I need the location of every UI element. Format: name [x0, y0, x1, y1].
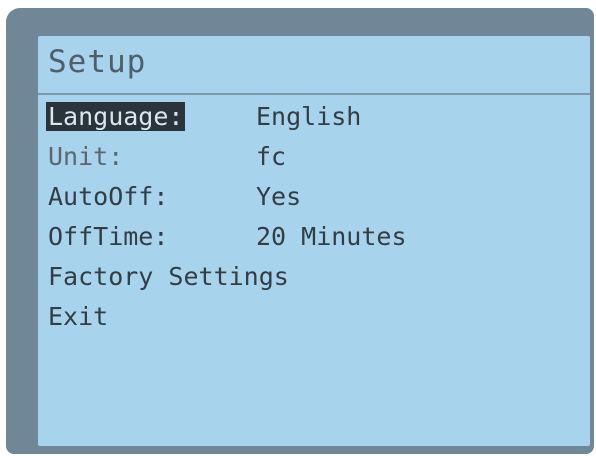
menu-item-language[interactable]: Language: English — [38, 100, 590, 140]
menu-item-unit[interactable]: Unit: fc — [38, 140, 590, 180]
screen-title: Setup — [48, 44, 147, 80]
device-bezel: Setup Language: English Unit: fc AutoOff… — [6, 8, 594, 454]
menu-item-value: fc — [256, 142, 287, 171]
menu-item-value: 20 Minutes — [256, 222, 407, 251]
menu-item-label: Factory Settings — [48, 262, 289, 291]
menu-item-exit[interactable]: Exit — [38, 300, 590, 340]
menu-item-value: English — [256, 102, 362, 131]
menu-item-autooff[interactable]: AutoOff: Yes — [38, 180, 590, 220]
title-divider — [38, 93, 590, 95]
menu-item-label: AutoOff: — [48, 182, 169, 211]
menu-item-label: Exit — [48, 302, 109, 331]
menu-item-label: OffTime: — [48, 222, 169, 251]
menu-item-factory-settings[interactable]: Factory Settings — [38, 260, 590, 300]
menu-item-label: Language: — [46, 102, 186, 131]
menu-item-label: Unit: — [48, 142, 124, 171]
lcd-screen: Setup Language: English Unit: fc AutoOff… — [38, 36, 590, 446]
menu-item-offtime[interactable]: OffTime: 20 Minutes — [38, 220, 590, 260]
menu-item-value: Yes — [256, 182, 302, 211]
